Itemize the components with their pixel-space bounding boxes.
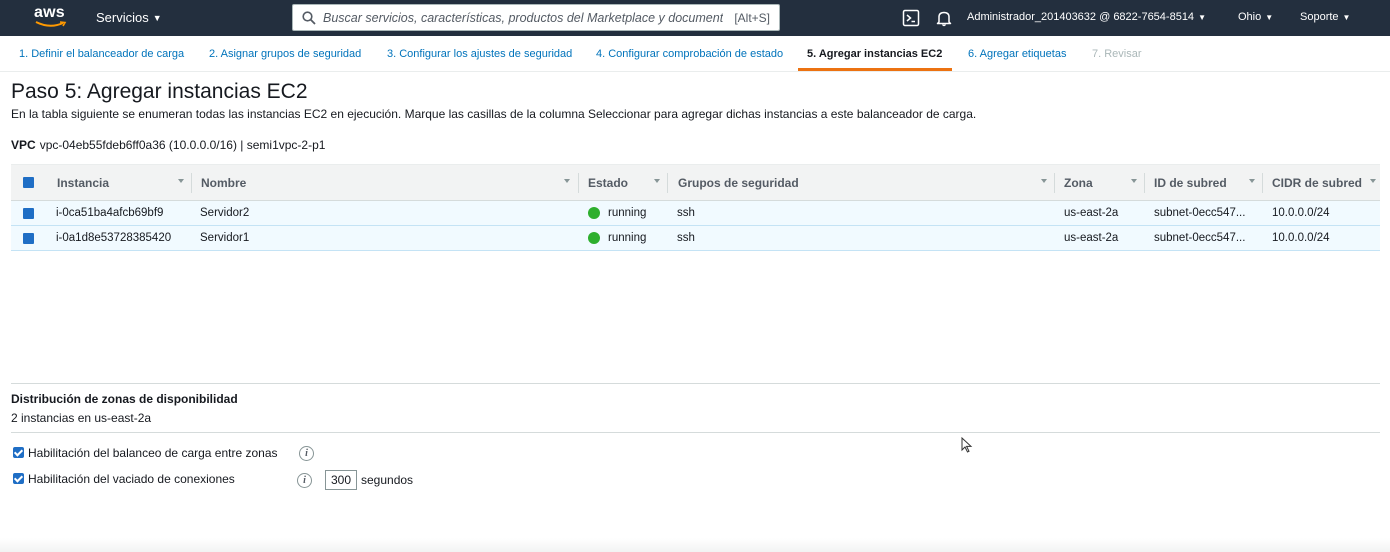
sort-caret-icon[interactable] (1370, 179, 1376, 183)
tab-step-7: 7. Revisar (1092, 48, 1142, 60)
running-status-icon (588, 207, 600, 219)
aws-smile-icon (35, 21, 67, 27)
select-all-checkbox[interactable] (23, 177, 34, 188)
row-select-checkbox[interactable] (23, 208, 34, 219)
caret-down-icon: ▼ (1265, 13, 1274, 22)
security-groups: ssh (677, 207, 695, 219)
section-divider (11, 383, 1380, 384)
section-divider (11, 432, 1380, 433)
instance-name: Servidor1 (200, 232, 250, 244)
subnet-id: subnet-0ecc547... (1154, 207, 1246, 219)
column-header-grupos[interactable]: Grupos de seguridad (678, 176, 799, 190)
sort-caret-icon[interactable] (1249, 179, 1255, 183)
table-header: Instancia Nombre Estado Grupos de seguri… (11, 164, 1380, 201)
page-title: Paso 5: Agregar instancias EC2 (11, 80, 308, 103)
instance-id: i-0ca51ba4afcb69bf9 (56, 207, 164, 219)
security-groups: ssh (677, 232, 695, 244)
region-menu-button[interactable]: Ohio ▼ (1238, 11, 1273, 23)
region-label: Ohio (1238, 11, 1262, 23)
account-label: Administrador_201403632 @ 6822-7654-8514 (967, 11, 1195, 23)
column-header-estado[interactable]: Estado (588, 176, 628, 190)
sort-caret-icon[interactable] (1041, 179, 1047, 183)
page-footer (0, 538, 1390, 552)
column-divider (1054, 173, 1055, 193)
column-divider (667, 173, 668, 193)
caret-down-icon: ▼ (1342, 13, 1351, 22)
sort-caret-icon[interactable] (564, 179, 570, 183)
draining-timeout-input[interactable] (325, 470, 357, 490)
availability-zone: us-east-2a (1064, 207, 1119, 219)
account-menu-button[interactable]: Administrador_201403632 @ 6822-7654-8514… (967, 11, 1206, 23)
caret-down-icon: ▼ (152, 13, 162, 23)
tab-step-3[interactable]: 3. Configurar los ajustes de seguridad (387, 48, 572, 60)
sort-caret-icon[interactable] (178, 179, 184, 183)
draining-unit-label: segundos (361, 473, 414, 487)
support-menu-button[interactable]: Soporte ▼ (1300, 11, 1350, 23)
active-tab-indicator (798, 68, 952, 71)
vpc-value: vpc-04eb55fdeb6ff0a36 (10.0.0.0/16) | se… (39, 138, 326, 152)
services-menu-button[interactable]: Servicios ▼ (96, 10, 162, 25)
tab-step-4[interactable]: 4. Configurar comprobación de estado (596, 48, 783, 60)
services-label: Servicios (96, 10, 149, 25)
table-row[interactable]: i-0ca51ba4afcb69bf9 Servidor2 running ss… (11, 201, 1380, 226)
vpc-label: VPC (11, 138, 36, 152)
column-header-instancia[interactable]: Instancia (57, 176, 109, 190)
column-header-cidr[interactable]: CIDR de subred (1272, 176, 1362, 190)
cross-zone-checkbox[interactable] (13, 447, 24, 458)
tab-step-5[interactable]: 5. Agregar instancias EC2 (807, 48, 942, 60)
column-divider (578, 173, 579, 193)
column-divider (191, 173, 192, 193)
tab-step-1[interactable]: 1. Definir el balanceador de carga (19, 48, 184, 60)
instance-state: running (608, 232, 647, 244)
caret-down-icon: ▼ (1198, 13, 1206, 22)
aws-logo[interactable]: aws (34, 5, 70, 31)
column-header-zona[interactable]: Zona (1064, 176, 1093, 190)
wizard-steps: 1. Definir el balanceador de carga 2. As… (0, 36, 1390, 72)
instance-state: running (608, 207, 647, 219)
running-status-icon (588, 232, 600, 244)
tab-step-6[interactable]: 6. Agregar etiquetas (968, 48, 1066, 60)
table-row[interactable]: i-0a1d8e53728385420 Servidor1 running ss… (11, 226, 1380, 251)
column-divider (1262, 173, 1263, 193)
search-icon (302, 11, 316, 25)
vpc-info: VPC vpc-04eb55fdeb6ff0a36 (10.0.0.0/16) |… (11, 138, 325, 152)
connection-draining-checkbox[interactable] (13, 473, 24, 484)
cross-zone-label: Habilitación del balanceo de carga entre… (28, 446, 278, 460)
page-description: En la tabla siguiente se enumeran todas … (11, 107, 977, 121)
availability-zone: us-east-2a (1064, 232, 1119, 244)
search-shortcut-hint: [Alt+S] (734, 11, 770, 25)
info-icon[interactable]: i (297, 473, 312, 488)
az-distribution-title: Distribución de zonas de disponibilidad (11, 392, 238, 406)
connection-draining-label: Habilitación del vaciado de conexiones (28, 472, 235, 486)
notifications-bell-icon[interactable] (935, 9, 953, 27)
sort-caret-icon[interactable] (654, 179, 660, 183)
row-select-checkbox[interactable] (23, 233, 34, 244)
instance-name: Servidor2 (200, 207, 250, 219)
column-header-nombre[interactable]: Nombre (201, 176, 246, 190)
cloudshell-icon[interactable] (902, 9, 920, 27)
az-distribution-text: 2 instancias en us-east-2a (11, 411, 152, 425)
column-header-id-subred[interactable]: ID de subred (1154, 176, 1227, 190)
top-navigation-bar: aws Servicios▼ [Alt+S] Administrador_201… (0, 0, 1390, 36)
subnet-cidr: 10.0.0.0/24 (1272, 232, 1330, 244)
tab-step-2[interactable]: 2. Asignar grupos de seguridad (209, 48, 361, 60)
subnet-cidr: 10.0.0.0/24 (1272, 207, 1330, 219)
instances-table: Instancia Nombre Estado Grupos de seguri… (11, 164, 1380, 251)
mouse-pointer-icon (961, 437, 973, 453)
instance-id: i-0a1d8e53728385420 (56, 232, 172, 244)
search-input[interactable] (323, 9, 723, 27)
subnet-id: subnet-0ecc547... (1154, 232, 1246, 244)
search-box[interactable]: [Alt+S] (292, 4, 780, 31)
aws-logo-text: aws (34, 4, 65, 21)
column-divider (1144, 173, 1145, 193)
sort-caret-icon[interactable] (1131, 179, 1137, 183)
support-label: Soporte (1300, 11, 1339, 23)
info-icon[interactable]: i (299, 446, 314, 461)
